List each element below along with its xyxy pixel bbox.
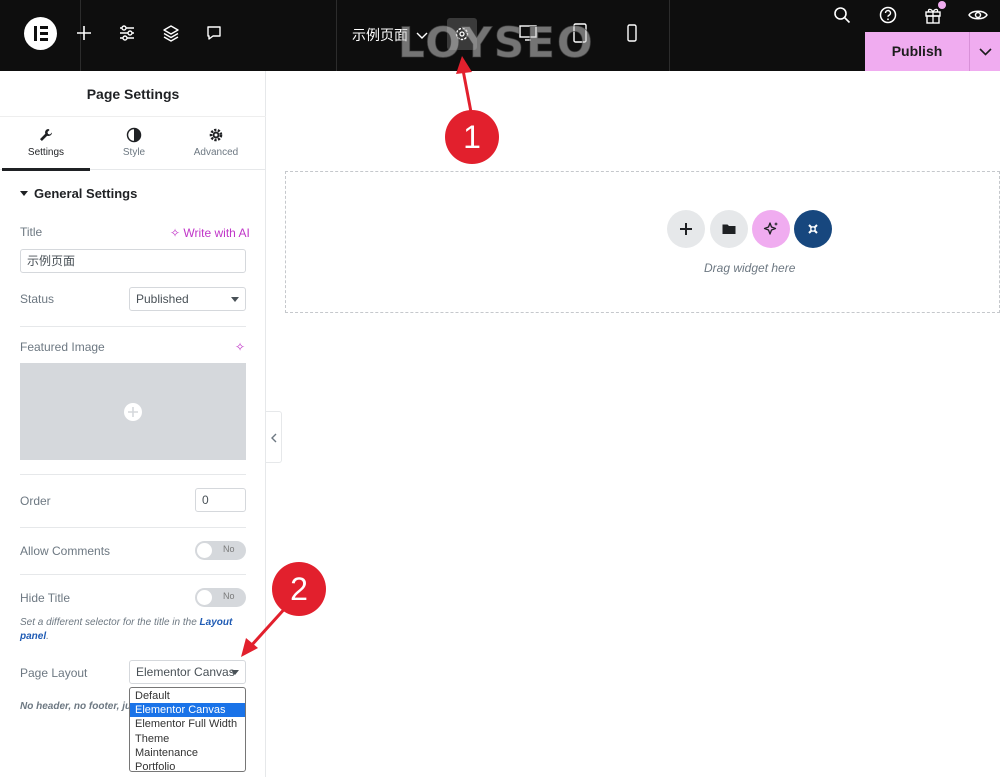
divider: [20, 527, 246, 528]
featured-image-label: Featured Image: [20, 340, 105, 354]
hint-end: .: [46, 631, 49, 642]
sparkle-icon[interactable]: ✧: [235, 340, 245, 354]
page-layout-select[interactable]: Elementor Canvas: [129, 660, 246, 684]
option-theme[interactable]: Theme: [130, 732, 245, 746]
annotation-badge-1: 1: [445, 110, 499, 164]
add-icon: [680, 223, 692, 235]
divider: [336, 0, 337, 71]
tab-label: Settings: [27, 147, 65, 158]
allow-comments-toggle[interactable]: No: [195, 541, 246, 560]
option-default[interactable]: Default: [130, 689, 245, 703]
add-section-button[interactable]: [667, 210, 705, 248]
widget-drop-zone[interactable]: [285, 171, 1000, 313]
tab-label: Advanced: [193, 147, 239, 158]
caret-down-icon: [20, 191, 28, 196]
divider: [20, 474, 246, 475]
option-elementor-canvas[interactable]: Elementor Canvas: [130, 703, 245, 718]
divider: [20, 326, 246, 327]
sparkle-icon: [763, 222, 778, 235]
divider: [669, 0, 670, 71]
elementor-logo-icon[interactable]: [24, 17, 57, 50]
annotation-badge-2: 2: [272, 562, 326, 616]
option-maintenance[interactable]: Maintenance: [130, 746, 245, 760]
tab-label: Style: [122, 147, 146, 158]
notification-dot: [938, 1, 946, 9]
status-select[interactable]: Published: [129, 287, 246, 311]
sparkle-icon: ✧: [170, 226, 181, 240]
option-elementor-full-width[interactable]: Elementor Full Width: [130, 717, 245, 731]
collapse-panel-button[interactable]: [266, 411, 282, 463]
chevron-down-icon: [979, 48, 992, 56]
layers-icon[interactable]: [160, 22, 182, 44]
help-icon[interactable]: [877, 4, 899, 26]
hide-title-hint: Set a different selector for the title i…: [20, 616, 246, 644]
comments-icon[interactable]: [203, 22, 225, 44]
toggle-knob: [197, 543, 212, 558]
mobile-icon[interactable]: [621, 22, 643, 44]
kit-icon: [808, 224, 818, 234]
folder-icon: [722, 224, 736, 234]
status-label: Status: [20, 292, 55, 306]
top-bar: 示例页面 LOYSEO Publish: [0, 0, 1000, 71]
status-value: Published: [136, 292, 189, 306]
toggle-text: No: [223, 591, 235, 601]
add-icon[interactable]: [73, 22, 95, 44]
section-general-settings[interactable]: General Settings: [20, 186, 137, 201]
watermark: LOYSEO: [398, 18, 595, 67]
tab-settings[interactable]: Settings: [2, 117, 90, 171]
ai-build-button[interactable]: [752, 210, 790, 248]
tab-style[interactable]: Style: [90, 117, 178, 171]
order-input[interactable]: 0: [195, 488, 246, 512]
page-layout-options: Default Elementor Canvas Elementor Full …: [129, 687, 246, 774]
chevron-left-icon: [271, 433, 277, 443]
write-with-ai-label: Write with AI: [183, 226, 250, 240]
write-with-ai-link[interactable]: ✧ Write with AI: [170, 226, 250, 240]
panel-title: Page Settings: [86, 86, 180, 102]
page-settings-panel: Page Settings Settings Style Advanced Ge…: [0, 71, 266, 777]
kit-button[interactable]: [794, 210, 832, 248]
title-label: Title: [20, 225, 43, 239]
search-icon[interactable]: [831, 4, 853, 26]
option-portfolio[interactable]: Portfolio: [130, 760, 245, 774]
section-title: General Settings: [34, 186, 138, 201]
toggle-knob: [197, 590, 212, 605]
add-template-button[interactable]: [710, 210, 748, 248]
add-image-icon: [124, 403, 142, 421]
publish-options-button[interactable]: [969, 32, 1000, 71]
hide-title-label: Hide Title: [20, 591, 71, 605]
allow-comments-label: Allow Comments: [20, 544, 111, 558]
drag-widget-text: Drag widget here: [704, 261, 796, 275]
settings-sliders-icon[interactable]: [116, 22, 138, 44]
order-label: Order: [20, 494, 51, 508]
dropdown-arrow-icon: [231, 297, 239, 302]
divider: [20, 574, 246, 575]
tab-advanced[interactable]: Advanced: [172, 117, 260, 171]
title-input[interactable]: 示例页面: [20, 249, 246, 273]
page-layout-value: Elementor Canvas: [136, 665, 235, 679]
publish-button[interactable]: Publish: [865, 32, 969, 71]
hide-title-toggle[interactable]: No: [195, 588, 246, 607]
dropdown-arrow-icon: [231, 670, 239, 675]
preview-eye-icon[interactable]: [967, 4, 989, 26]
page-layout-label: Page Layout: [20, 666, 88, 680]
page-layout-note: No header, no footer, ju: [20, 701, 132, 712]
featured-image-picker[interactable]: [20, 363, 246, 460]
wrench-icon: [40, 129, 52, 141]
panel-tabs: Settings Style Advanced: [0, 116, 266, 171]
gear-icon: [209, 128, 223, 142]
half-circle-icon: [126, 127, 142, 143]
toggle-text: No: [223, 544, 235, 554]
hint-text: Set a different selector for the title i…: [20, 617, 197, 628]
